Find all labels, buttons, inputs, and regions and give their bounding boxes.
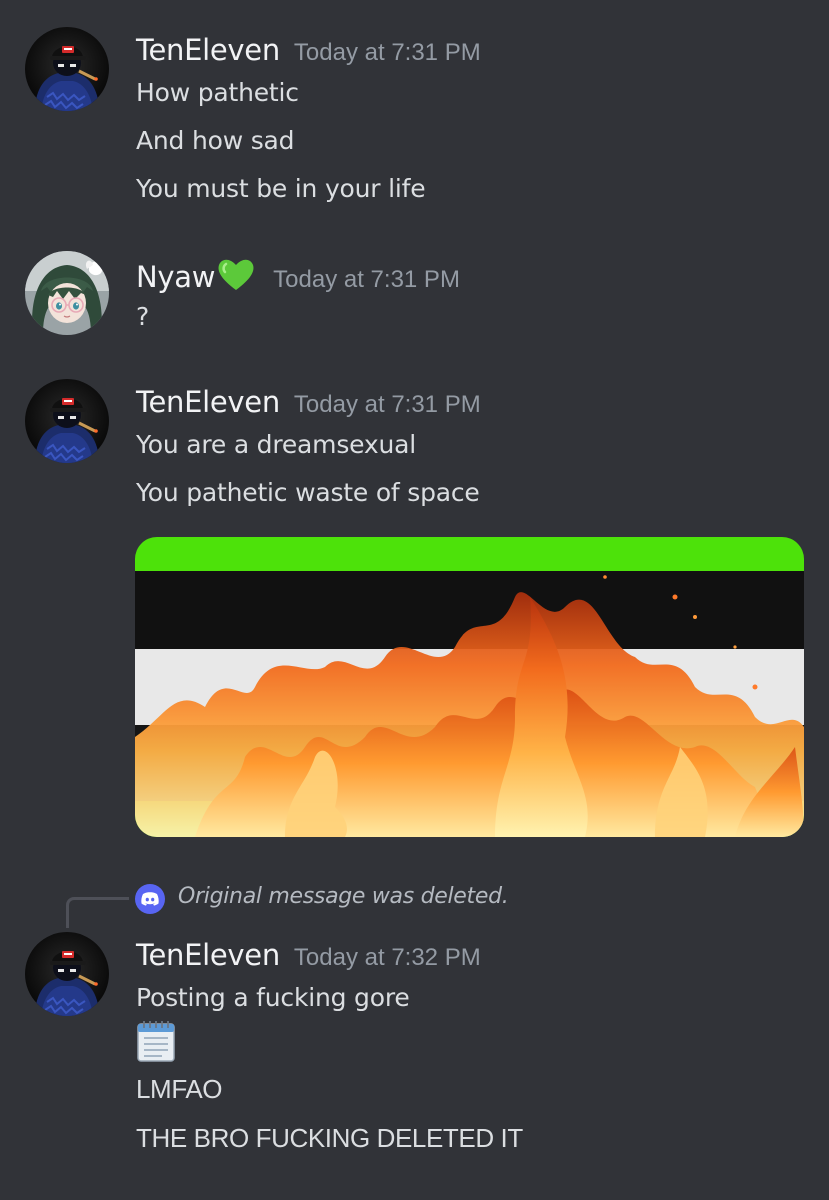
timestamp[interactable]: Today at 7:31 PM [273,266,460,293]
message-text: You are a dreamsexual [136,430,417,459]
message-text: How pathetic [136,78,299,107]
message-header: TenEleven Today at 7:31 PM [136,33,481,67]
message-header: Nyaw Today at 7:31 PM [136,257,460,295]
message-header: TenEleven Today at 7:32 PM [136,938,481,972]
user-avatar[interactable] [25,27,109,111]
timestamp[interactable]: Today at 7:31 PM [294,39,481,66]
burning-flag-image[interactable] [135,537,804,837]
username[interactable]: Nyaw [136,260,215,294]
reply-preview-text[interactable]: Original message was deleted. [178,884,509,909]
message-text: THE BRO FUCKING DELETED IT [136,1123,523,1153]
user-avatar[interactable] [25,251,109,335]
green-heart-icon [217,257,255,295]
message-text: Posting a fucking gore [136,983,410,1012]
username[interactable]: TenEleven [136,33,280,67]
message-header: TenEleven Today at 7:31 PM [136,385,481,419]
username[interactable]: TenEleven [136,385,280,419]
message-text: You must be in your life [136,174,426,203]
timestamp[interactable]: Today at 7:31 PM [294,391,481,418]
message-text: ? [136,302,150,331]
spiral-notepad-icon [136,1018,176,1062]
user-avatar[interactable] [25,379,109,463]
message-text: And how sad [136,126,295,155]
discord-logo-icon [135,884,165,914]
message-text: LMFAO [136,1074,223,1104]
reply-connector [66,897,129,928]
username[interactable]: TenEleven [136,938,280,972]
user-avatar[interactable] [25,932,109,1016]
message-text: You pathetic waste of space [136,478,480,507]
timestamp[interactable]: Today at 7:32 PM [294,944,481,971]
